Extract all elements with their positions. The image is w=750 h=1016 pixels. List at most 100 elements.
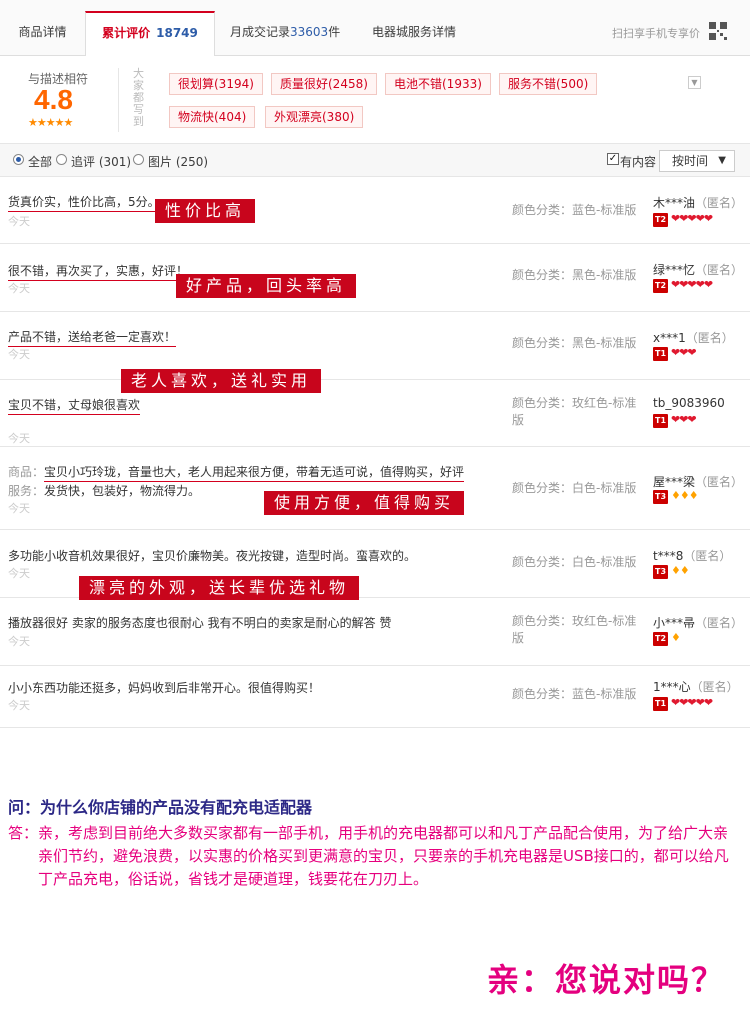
reviewer-name[interactable]: 绿***忆（匿名） <box>653 261 743 278</box>
impression-tag[interactable]: 服务不错(500) <box>499 73 598 95</box>
member-level-badge: T2 <box>653 213 668 227</box>
rating-summary: 与描述相符 4.8 ★★★★★ 大家都写到 很划算(3194) 质量很好(245… <box>0 56 750 144</box>
tab-label: 商品详情 <box>18 25 67 39</box>
expand-tags-icon[interactable]: ▼ <box>688 76 701 89</box>
review-row: 播放器很好 卖家的服务态度也很耐心 我有不明白的卖家是耐心的解答 赞 今天 颜色… <box>0 598 750 666</box>
review-row: 商品：宝贝小巧玲珑，音量也大，老人用起来很方便，带着无适可说，值得购买，好评 服… <box>0 447 750 530</box>
filter-append-label[interactable]: 追评 (301) <box>71 153 131 170</box>
reviewer-name[interactable]: 屋***梁（匿名） <box>653 473 743 490</box>
review-date: 今天 <box>8 215 30 228</box>
filter-all-label[interactable]: 全部 <box>28 153 52 170</box>
tab-label: 电器城服务详情 <box>372 25 457 39</box>
review-count: 18749 <box>156 26 198 40</box>
sku-info: 颜色分类：白色-标准版 <box>512 481 637 495</box>
review-row: 小小东西功能还挺多，妈妈收到后非常开心。很值得购买！ 今天 颜色分类：蓝色-标准… <box>0 666 750 728</box>
mobile-price-text[interactable]: 扫扫享手机专享价 <box>612 25 700 41</box>
anon-label: （匿名） <box>695 616 744 630</box>
review-text: 播放器很好 卖家的服务态度也很耐心 我有不明白的卖家是耐心的解答 赞 <box>8 614 391 631</box>
faq-answer-text: 亲，考虑到目前绝大多数买家都有一部手机，用手机的充电器都可以和凡丁产品配合使用，… <box>38 824 729 888</box>
member-level-badge: T3 <box>653 565 668 579</box>
username: 小***帚 <box>653 616 696 630</box>
has-content-checkbox[interactable]: ✓ <box>607 153 619 165</box>
divider <box>118 68 119 132</box>
username: 1***心 <box>653 680 691 694</box>
impression-tag[interactable]: 物流快(404) <box>169 106 256 128</box>
sku-info: 颜色分类：黑色-标准版 <box>512 336 637 350</box>
reviewer-name[interactable]: tb_9083960 <box>653 396 725 410</box>
reviewer-name[interactable]: x***1（匿名） <box>653 329 734 346</box>
reviewer-name[interactable]: 小***帚（匿名） <box>653 614 743 631</box>
faq-answer-label: 答： <box>8 824 39 842</box>
filter-pics-label[interactable]: 图片 (250) <box>148 153 208 170</box>
review-filter-bar: 全部 追评 (301) 图片 (250) ✓ 有内容 按时间 ▼ <box>0 144 750 177</box>
review-text-content: 很不错，再次买了，实惠，好评！ <box>8 264 189 281</box>
chevron-down-icon: ▼ <box>718 155 726 166</box>
credit-hearts-icon: ❤❤❤❤❤ <box>671 278 713 291</box>
filter-all-radio[interactable] <box>13 154 24 165</box>
credit-diamonds-icon: ♦♦♦ <box>671 489 699 502</box>
review-date: 今天 <box>8 502 30 515</box>
anon-label: （匿名） <box>683 549 732 563</box>
review-label: 商品： <box>8 465 45 479</box>
impression-tag[interactable]: 外观漂亮(380) <box>265 106 364 128</box>
promo-banner: 好产品，回头率高 <box>176 274 357 298</box>
impression-tag[interactable]: 很划算(3194) <box>169 73 263 95</box>
review-text-content: 宝贝不错，丈母娘很喜欢 <box>8 398 141 415</box>
review-row: 货真价实，性价比高，5分。 今天 颜色分类：蓝色-标准版 木***油（匿名） T… <box>0 177 750 244</box>
review-text: 货真价实，性价比高，5分。 <box>8 193 160 212</box>
rating-stars-icon: ★★★★★ <box>28 116 73 129</box>
credit-hearts-icon: ❤❤❤❤❤ <box>671 212 713 225</box>
sku-info: 颜色分类：蓝色-标准版 <box>512 203 637 217</box>
anon-label: （匿名） <box>690 680 739 694</box>
qr-code-icon[interactable] <box>709 22 727 40</box>
review-text: 多功能小收音机效果很好，宝贝价廉物美。夜光按键，造型时尚。蛮喜欢的。 <box>8 547 416 564</box>
tab-label: 月成交记录 <box>230 25 291 39</box>
credit-hearts-icon: ❤❤❤❤❤ <box>671 696 713 709</box>
member-level-badge: T1 <box>653 347 668 361</box>
reviewer-name[interactable]: 木***油（匿名） <box>653 194 743 211</box>
sku-info: 颜色分类：黑色-标准版 <box>512 268 637 282</box>
tab-bar: 商品详情 累计评价 18749 月成交记录33603件 电器城服务详情 扫扫享手机… <box>0 0 750 56</box>
username: 木***油 <box>653 196 696 210</box>
tab-label: 累计评价 <box>102 26 151 40</box>
tab-service-details[interactable]: 电器城服务详情 <box>372 12 472 56</box>
review-row: 产品不错，送给老爸一定喜欢！ 今天 颜色分类：黑色-标准版 x***1（匿名） … <box>0 312 750 380</box>
sales-count: 33603 <box>290 25 329 39</box>
credit-hearts-icon: ❤❤❤ <box>671 413 697 426</box>
anon-label: （匿名） <box>695 196 744 210</box>
review-sub-content: 发货快，包装好，物流得力。 <box>44 484 201 498</box>
review-text-content: 货真价实，性价比高，5分。 <box>8 195 160 212</box>
impression-tag[interactable]: 电池不错(1933) <box>385 73 491 95</box>
promo-banner: 使用方便，值得购买 <box>264 491 465 515</box>
filter-append-radio[interactable] <box>56 154 67 165</box>
tab-reviews[interactable]: 累计评价 18749 <box>85 11 215 56</box>
member-level-badge: T2 <box>653 632 668 646</box>
username: 屋***梁 <box>653 475 696 489</box>
sku-info: 颜色分类：玫红色-标准版 <box>512 614 637 645</box>
credit-hearts-icon: ❤❤❤ <box>671 346 697 359</box>
review-text: 宝贝不错，丈母娘很喜欢 <box>8 396 141 415</box>
tags-vertical-label: 大家都写到 <box>133 67 144 128</box>
tab-monthly-sales[interactable]: 月成交记录33603件 <box>230 12 350 56</box>
closing-text: 亲：您说对吗？ <box>487 961 726 999</box>
filter-pics-radio[interactable] <box>133 154 144 165</box>
review-date: 今天 <box>8 567 30 580</box>
reviewer-name[interactable]: 1***心（匿名） <box>653 678 739 695</box>
review-text: 很不错，再次买了，实惠，好评！ <box>8 262 189 281</box>
tab-product-details[interactable]: 商品详情 <box>0 12 85 56</box>
member-level-badge: T3 <box>653 490 668 504</box>
review-date: 今天 <box>8 635 30 648</box>
reviewer-name[interactable]: t***8（匿名） <box>653 547 731 564</box>
faq-question: 问：为什么你店铺的产品没有配充电适配器 <box>8 798 313 817</box>
sku-info: 颜色分类：玫红色-标准版 <box>512 396 637 427</box>
has-content-label[interactable]: 有内容 <box>620 153 656 170</box>
anon-label: （匿名） <box>685 331 734 345</box>
username: 绿***忆 <box>653 263 696 277</box>
impression-tag[interactable]: 质量很好(2458) <box>271 73 377 95</box>
review-label: 服务： <box>8 484 45 498</box>
review-text-content: 产品不错，送给老爸一定喜欢！ <box>8 330 177 347</box>
sort-dropdown[interactable]: 按时间 ▼ <box>659 150 735 172</box>
credit-diamonds-icon: ♦ <box>671 631 681 644</box>
review-text-content: 小小东西功能还挺多，妈妈收到后非常开心。很值得购买！ <box>8 681 321 695</box>
review-date: 今天 <box>8 282 30 295</box>
